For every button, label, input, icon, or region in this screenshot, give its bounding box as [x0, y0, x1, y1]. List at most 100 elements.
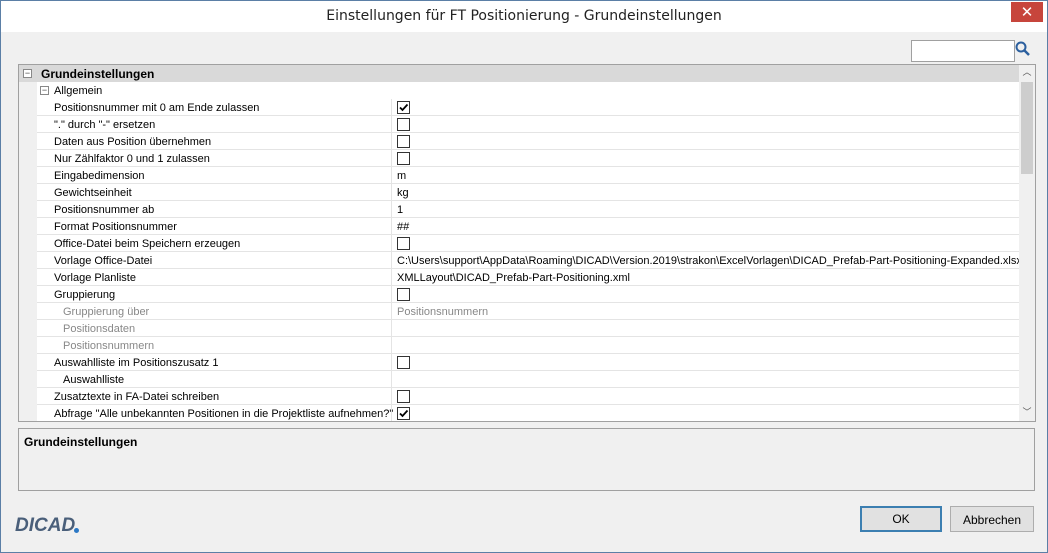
row-gutter — [19, 235, 37, 252]
property-row[interactable]: Auswahlliste im Positionszusatz 1 — [19, 354, 1019, 371]
property-checkbox[interactable] — [397, 101, 410, 114]
row-gutter — [19, 116, 37, 133]
property-row[interactable]: Gruppierung — [19, 286, 1019, 303]
column-divider — [391, 218, 392, 235]
property-row[interactable]: Positionsnummer mit 0 am Ende zulassen — [19, 99, 1019, 116]
property-row[interactable]: Gruppierung über Positionsnummern — [19, 303, 1019, 320]
property-row[interactable]: Nur Zählfaktor 0 und 1 zulassen — [19, 150, 1019, 167]
property-row[interactable]: Positionsnummern — [19, 337, 1019, 354]
row-gutter — [19, 184, 37, 201]
property-checkbox[interactable] — [397, 407, 410, 420]
row-gutter — [19, 354, 37, 371]
collapse-icon[interactable]: − — [40, 86, 49, 95]
property-row[interactable]: Abfrage "Alle unbekannten Positionen in … — [19, 405, 1019, 421]
column-divider — [391, 269, 392, 286]
property-row[interactable]: Office-Datei beim Speichern erzeugen — [19, 235, 1019, 252]
property-name: Positionsnummer ab — [54, 204, 155, 216]
column-divider — [391, 337, 392, 354]
description-panel: Grundeinstellungen — [18, 428, 1035, 491]
property-checkbox[interactable] — [397, 152, 410, 165]
row-gutter — [19, 286, 37, 303]
title-bar[interactable]: Einstellungen für FT Positionierung - Gr… — [1, 1, 1047, 32]
property-value[interactable]: kg — [397, 187, 409, 199]
column-divider — [391, 320, 392, 337]
collapse-icon[interactable]: − — [23, 69, 32, 78]
search-input[interactable] — [911, 40, 1015, 62]
row-gutter — [19, 337, 37, 354]
column-divider — [391, 167, 392, 184]
property-value[interactable]: C:\Users\support\AppData\Roaming\DICAD\V… — [397, 255, 1022, 267]
property-row[interactable]: Format Positionsnummer ## — [19, 218, 1019, 235]
property-name: Positionsnummer mit 0 am Ende zulassen — [54, 102, 260, 114]
magnifier-icon[interactable] — [1014, 40, 1032, 58]
property-checkbox[interactable] — [397, 356, 410, 369]
scroll-up-icon[interactable]: ︿ — [1019, 65, 1035, 81]
property-name: Gruppierung über — [63, 306, 150, 318]
vertical-scrollbar[interactable]: ︿ ﹀ — [1019, 65, 1035, 421]
column-divider — [391, 371, 392, 388]
property-row[interactable]: Daten aus Position übernehmen — [19, 133, 1019, 150]
property-name: Vorlage Office-Datei — [54, 255, 153, 267]
column-divider — [391, 184, 392, 201]
property-name: Nur Zählfaktor 0 und 1 zulassen — [54, 153, 210, 165]
property-name: Positionsdaten — [63, 323, 136, 335]
property-name: Auswahlliste — [63, 374, 125, 386]
property-row[interactable]: Positionsdaten — [19, 320, 1019, 337]
property-row[interactable]: Vorlage Office-Datei C:\Users\support\App… — [19, 252, 1022, 269]
property-row[interactable]: Zusatztexte in FA-Datei schreiben — [19, 388, 1019, 405]
row-gutter — [19, 82, 37, 99]
row-gutter — [19, 99, 37, 116]
row-gutter — [19, 320, 37, 337]
scroll-down-icon[interactable]: ﹀ — [1019, 405, 1035, 421]
category-label: Grundeinstellungen — [41, 67, 155, 81]
property-name: Vorlage Planliste — [54, 272, 136, 284]
property-checkbox[interactable] — [397, 118, 410, 131]
ok-button[interactable]: OK — [860, 506, 942, 532]
row-gutter — [19, 303, 37, 320]
close-button[interactable]: ✕ — [1011, 2, 1043, 22]
checkmark-icon — [399, 409, 409, 418]
property-value[interactable]: ## — [397, 221, 409, 233]
row-gutter — [19, 405, 37, 421]
row-gutter — [19, 388, 37, 405]
property-name: Zusatztexte in FA-Datei schreiben — [54, 391, 220, 403]
property-row[interactable]: Vorlage Planliste XMLLayout\DICAD_Prefab-… — [19, 269, 1019, 286]
property-value[interactable]: XMLLayout\DICAD_Prefab-Part-Positioning.… — [397, 272, 630, 284]
window-title: Einstellungen für FT Positionierung - Gr… — [326, 8, 722, 24]
row-gutter — [19, 133, 37, 150]
cancel-button[interactable]: Abbrechen — [950, 506, 1034, 532]
property-row[interactable]: Auswahlliste — [19, 371, 1019, 388]
row-gutter — [19, 252, 37, 269]
settings-dialog: Einstellungen für FT Positionierung - Gr… — [0, 0, 1048, 553]
scroll-thumb[interactable] — [1021, 82, 1033, 174]
row-gutter — [19, 269, 37, 286]
column-divider — [391, 99, 392, 116]
description-title: Grundeinstellungen — [24, 435, 138, 449]
row-gutter — [19, 371, 37, 388]
column-divider — [391, 405, 392, 421]
dicad-logo: DICAD — [15, 515, 76, 536]
property-name: "." durch "-" ersetzen — [54, 119, 156, 131]
property-row[interactable]: Eingabedimension m — [19, 167, 1019, 184]
checkmark-icon — [399, 103, 409, 112]
property-name: Positionsnummern — [63, 340, 155, 352]
property-row[interactable]: "." durch "-" ersetzen — [19, 116, 1019, 133]
property-value[interactable]: 1 — [397, 204, 403, 216]
property-checkbox[interactable] — [397, 135, 410, 148]
property-row[interactable]: Positionsnummer ab 1 — [19, 201, 1019, 218]
row-gutter — [19, 218, 37, 235]
property-checkbox[interactable] — [397, 390, 410, 403]
column-divider — [391, 252, 392, 269]
property-value[interactable]: Positionsnummern — [397, 306, 488, 318]
property-row[interactable]: Gewichtseinheit kg — [19, 184, 1019, 201]
column-divider — [391, 286, 392, 303]
property-name: Office-Datei beim Speichern erzeugen — [54, 238, 241, 250]
property-grid[interactable]: − Grundeinstellungen − Allgemein Positio… — [18, 64, 1036, 422]
property-value[interactable]: m — [397, 170, 406, 182]
property-checkbox[interactable] — [397, 288, 410, 301]
property-name: Abfrage "Alle unbekannten Positionen in … — [54, 408, 394, 420]
property-name: Auswahlliste im Positionszusatz 1 — [54, 357, 219, 369]
property-checkbox[interactable] — [397, 237, 410, 250]
subcategory-row[interactable]: − Allgemein — [19, 82, 1019, 99]
category-row[interactable]: − Grundeinstellungen — [19, 65, 1019, 82]
